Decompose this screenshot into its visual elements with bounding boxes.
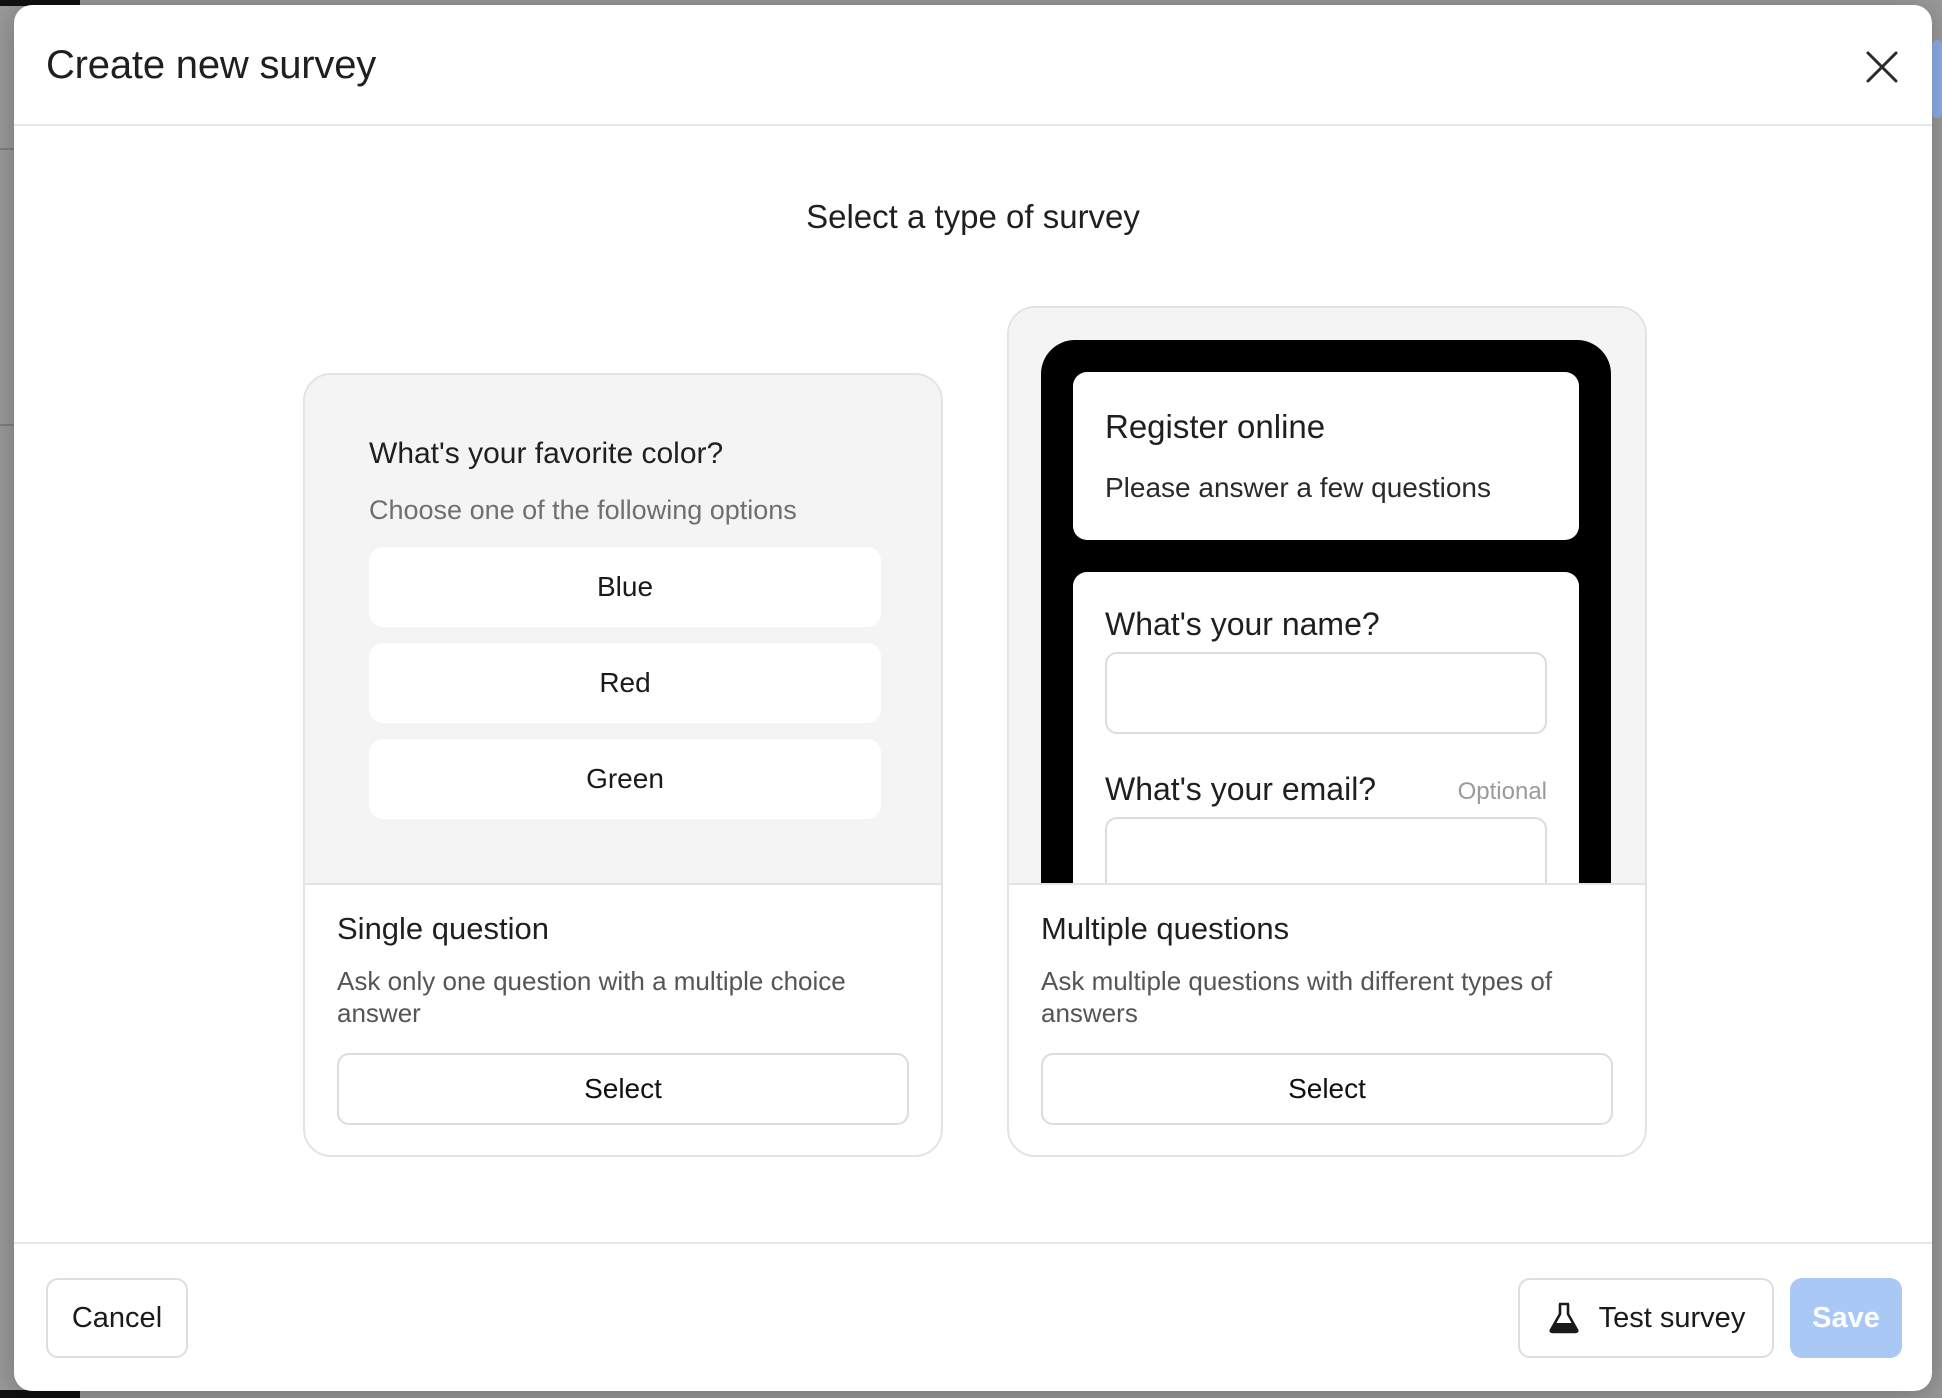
select-single-question-button[interactable]: Select <box>337 1053 909 1125</box>
card-description: Ask multiple questions with different ty… <box>1041 966 1553 1028</box>
modal-footer: Cancel Test survey Save <box>14 1242 1932 1391</box>
modal-body: Select a type of survey What's your favo… <box>14 128 1932 1242</box>
single-question-info: Single question Ask only one question wi… <box>337 911 909 1029</box>
preview-question-name: What's your name? <box>1105 606 1380 642</box>
close-icon <box>1866 51 1898 83</box>
multiple-questions-info: Multiple questions Ask multiple question… <box>1041 911 1613 1029</box>
preview-question: What's your favorite color? <box>369 437 724 470</box>
background-divider <box>0 424 14 426</box>
card-description: Ask only one question with a multiple ch… <box>337 966 846 1028</box>
preview-option: Red <box>369 643 881 723</box>
background-button <box>1932 40 1942 118</box>
preview-option: Blue <box>369 547 881 627</box>
save-button[interactable]: Save <box>1790 1278 1902 1358</box>
preview-intro-card: Register online Please answer a few ques… <box>1073 372 1579 540</box>
close-button[interactable] <box>1860 45 1904 89</box>
phone-preview: Register online Please answer a few ques… <box>1041 340 1611 883</box>
modal-header: Create new survey <box>14 5 1932 126</box>
test-survey-button[interactable]: Test survey <box>1518 1278 1774 1358</box>
preview-email-input <box>1105 817 1547 883</box>
single-question-card[interactable]: What's your favorite color? Choose one o… <box>303 373 943 1157</box>
preview-questions-card: What's your name? What's your email? Opt… <box>1073 572 1579 883</box>
preview-name-input <box>1105 652 1547 734</box>
multiple-questions-card[interactable]: Register online Please answer a few ques… <box>1007 306 1647 1157</box>
single-question-preview: What's your favorite color? Choose one o… <box>305 375 941 885</box>
preview-subtitle: Choose one of the following options <box>369 495 797 525</box>
flask-icon <box>1549 1302 1579 1334</box>
card-heading: Single question <box>337 911 549 946</box>
card-heading: Multiple questions <box>1041 911 1290 946</box>
preview-option: Green <box>369 739 881 819</box>
create-survey-modal: Create new survey Select a type of surve… <box>14 5 1932 1391</box>
test-survey-label: Test survey <box>1598 1301 1746 1334</box>
preview-title: Register online <box>1105 408 1326 445</box>
background-divider <box>0 148 14 150</box>
section-title: Select a type of survey <box>806 198 1140 235</box>
select-multiple-questions-button[interactable]: Select <box>1041 1053 1613 1125</box>
preview-subtitle: Please answer a few questions <box>1105 472 1491 503</box>
cancel-button[interactable]: Cancel <box>46 1278 188 1358</box>
multiple-questions-preview: Register online Please answer a few ques… <box>1009 308 1645 885</box>
modal-title: Create new survey <box>46 43 377 87</box>
preview-optional-label: Optional <box>1457 778 1547 805</box>
background-bar <box>0 1390 80 1398</box>
preview-question-email: What's your email? <box>1105 771 1377 807</box>
